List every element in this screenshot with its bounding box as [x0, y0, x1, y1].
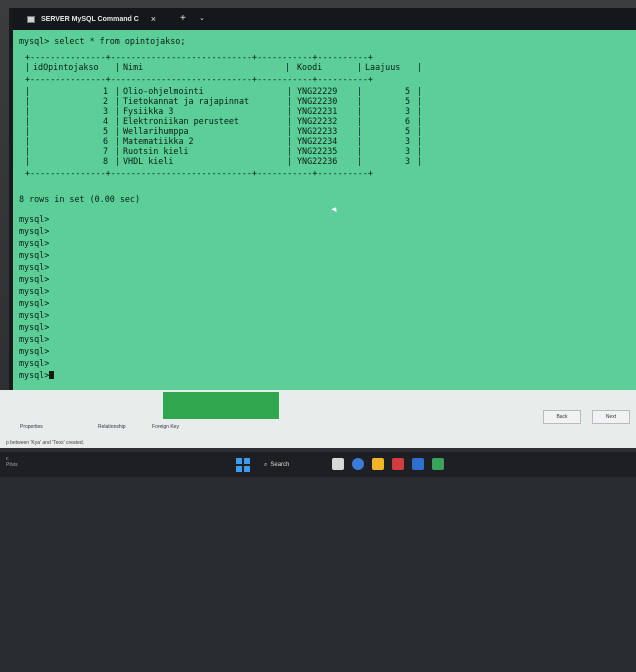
prompt-line: mysql>	[19, 250, 50, 260]
cell-nimi: Wellarihumppa	[123, 126, 189, 136]
background-tab-strip: Properties Relationship Foreign Key	[0, 420, 636, 438]
app-icon[interactable]	[432, 458, 444, 470]
cell-nimi: Matematiikka 2	[123, 136, 194, 146]
cell-koodi: YNG22231	[297, 106, 338, 116]
search-icon: ⌕	[264, 461, 268, 468]
active-prompt-line[interactable]: mysql>	[19, 370, 55, 380]
cell-id: 3	[103, 106, 109, 116]
table-separator: +---------------+-----------------------…	[25, 52, 373, 62]
terminal-icon	[27, 15, 35, 23]
tab-mysql-command[interactable]: SERVER MySQL Command C ×	[27, 8, 187, 30]
cell-laajuus: 3	[405, 106, 411, 116]
app-icon[interactable]	[392, 458, 404, 470]
text-cursor	[49, 371, 55, 379]
terminal-window[interactable]: SERVER MySQL Command C × + ⌄ mysql> sele…	[9, 8, 636, 390]
active-prompt: mysql>	[19, 370, 50, 380]
prompt-line: mysql>	[19, 334, 50, 344]
back-button[interactable]: Back	[543, 410, 581, 424]
cell-nimi: Fysiikka 3	[123, 106, 174, 116]
cell-id: 4	[103, 116, 109, 126]
task-view-icon[interactable]	[332, 458, 344, 470]
result-summary: 8 rows in set (0.00 sec)	[19, 194, 141, 204]
cell-id: 1	[103, 86, 109, 96]
search-label: Search	[270, 462, 290, 468]
app-icon[interactable]	[412, 458, 424, 470]
prompt-line: mysql>	[19, 286, 50, 296]
cell-id: 7	[103, 146, 109, 156]
cell-koodi: YNG22229	[297, 86, 338, 96]
cell-laajuus: 5	[405, 86, 411, 96]
prompt-line: mysql>	[19, 346, 50, 356]
command-line: mysql> select * from opintojakso;	[19, 36, 186, 46]
prompt-line: mysql>	[19, 262, 50, 272]
header-nimi: Nimi	[123, 62, 144, 72]
tab-foreign-key[interactable]: Foreign Key	[152, 424, 179, 430]
cell-laajuus: 3	[405, 156, 411, 166]
cell-laajuus: 3	[405, 146, 411, 156]
cell-laajuus: 3	[405, 136, 411, 146]
file-explorer-icon[interactable]	[372, 458, 384, 470]
cell-id: 6	[103, 136, 109, 146]
prompt-line: mysql>	[19, 226, 50, 236]
prompt-line: mysql>	[19, 322, 50, 332]
new-tab-button[interactable]: +	[180, 13, 186, 24]
chevron-down-icon[interactable]: ⌄	[199, 14, 205, 22]
cell-laajuus: 5	[405, 96, 411, 106]
taskbar: c Pilvis ⌕ Search	[0, 452, 636, 477]
edge-icon[interactable]	[352, 458, 364, 470]
taskbar-weather: c Pilvis	[6, 456, 18, 468]
background-green-panel	[163, 392, 279, 419]
cell-laajuus: 5	[405, 126, 411, 136]
prompt-line: mysql>	[19, 310, 50, 320]
cell-nimi: Ruotsin kieli	[123, 146, 189, 156]
prompt-line: mysql>	[19, 298, 50, 308]
close-icon[interactable]: ×	[151, 14, 156, 24]
table-row: | 7 | Ruotsin kieli | YNG22235 | 3 |	[25, 146, 423, 156]
table-header-row: | idOpintojakso | Nimi | Koodi | Laajuus…	[25, 62, 423, 72]
background-app-window	[0, 390, 636, 448]
header-koodi: Koodi	[297, 62, 323, 72]
table-row: | 4 | Elektroniikan perusteet | YNG22232 | 6 |	[25, 116, 423, 126]
console-output[interactable]: mysql> select * from opintojakso; +-----…	[19, 36, 636, 390]
cell-koodi: YNG22230	[297, 96, 338, 106]
table-separator: +---------------+-----------------------…	[25, 74, 373, 84]
cell-nimi: Tietokannat ja rajapinnat	[123, 96, 250, 106]
table-row: | 8 | VHDL kieli | YNG22236 | 3 |	[25, 156, 423, 166]
table-row: | 6 | Matematiikka 2 | YNG22234 | 3 |	[25, 136, 423, 146]
prompt-line: mysql>	[19, 274, 50, 284]
cell-koodi: YNG22235	[297, 146, 338, 156]
prompt-line: mysql>	[19, 214, 50, 224]
cell-nimi: VHDL kieli	[123, 156, 174, 166]
cell-koodi: YNG22233	[297, 126, 338, 136]
cell-nimi: Olio-ohjelmointi	[123, 86, 204, 96]
cell-koodi: YNG22232	[297, 116, 338, 126]
cell-id: 5	[103, 126, 109, 136]
header-idopintojakso: idOpintojakso	[33, 62, 99, 72]
cell-id: 8	[103, 156, 109, 166]
table-row: | 5 | Wellarihumppa | YNG22233 | 5 |	[25, 126, 423, 136]
tab-title: SERVER MySQL Command C	[41, 15, 139, 23]
header-laajuus: Laajuus	[365, 62, 401, 72]
cell-id: 2	[103, 96, 109, 106]
terminal-titlebar: SERVER MySQL Command C × + ⌄	[13, 8, 636, 30]
next-button[interactable]: Next	[592, 410, 630, 424]
taskbar-line: Pilvis	[6, 462, 18, 468]
cell-koodi: YNG22234	[297, 136, 338, 146]
cell-laajuus: 6	[405, 116, 411, 126]
table-separator: +---------------+-----------------------…	[25, 168, 373, 178]
prompt-line: mysql>	[19, 238, 50, 248]
tab-relationship[interactable]: Relationship	[98, 424, 126, 430]
cell-nimi: Elektroniikan perusteet	[123, 116, 239, 126]
prompt-line: mysql>	[19, 358, 50, 368]
taskbar-search[interactable]: ⌕ Search	[264, 458, 316, 472]
windows-start-icon[interactable]	[236, 458, 250, 472]
cell-koodi: YNG22236	[297, 156, 338, 166]
